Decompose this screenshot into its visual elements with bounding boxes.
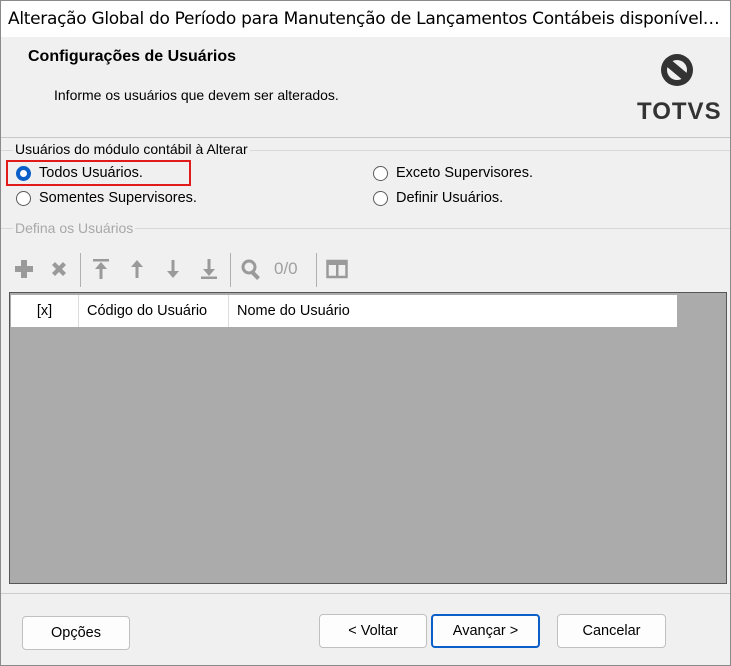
radio-label: Definir Usuários. <box>396 190 504 206</box>
toolbar-separator <box>230 253 231 287</box>
search-icon[interactable] <box>236 249 266 289</box>
radio-label: Exceto Supervisores. <box>396 165 534 181</box>
column-header-codigo[interactable]: Código do Usuário <box>79 295 229 327</box>
footer-divider <box>1 593 730 594</box>
totvs-logo: TOTVS <box>637 51 721 129</box>
move-up-icon[interactable] <box>122 249 152 289</box>
radio-unchecked-icon <box>16 190 31 206</box>
page-title: Configurações de Usuários <box>28 48 237 65</box>
logo-text: TOTVS <box>637 98 722 125</box>
move-bottom-icon[interactable] <box>194 249 224 289</box>
move-top-icon[interactable] <box>86 249 116 289</box>
column-header-nome[interactable]: Nome do Usuário <box>229 295 677 327</box>
move-down-icon[interactable] <box>158 249 188 289</box>
annotation-highlight-box <box>6 160 191 186</box>
grid-header: [x] Código do Usuário Nome do Usuário <box>11 295 677 327</box>
cancel-button[interactable]: Cancelar <box>557 614 666 648</box>
totvs-logo-icon <box>661 54 693 86</box>
toolbar-separator <box>316 253 317 287</box>
radio-definir-usuarios[interactable]: Definir Usuários. <box>373 190 503 206</box>
columns-icon[interactable] <box>322 249 352 289</box>
back-button[interactable]: < Voltar <box>319 614 427 648</box>
radio-label: Somentes Supervisores. <box>39 190 197 206</box>
define-group-label: Defina os Usuários <box>13 220 136 236</box>
radio-somentes-supervisores[interactable]: Somentes Supervisores. <box>16 190 197 206</box>
column-header-select[interactable]: [x] <box>11 295 79 327</box>
record-count: 0/0 <box>274 259 298 278</box>
page-subtitle: Informe os usuários que devem ser altera… <box>54 87 339 103</box>
wizard-window: Alteração Global do Período para Manuten… <box>0 0 731 666</box>
title-bar[interactable]: Alteração Global do Período para Manuten… <box>1 1 730 37</box>
user-group-label: Usuários do módulo contábil à Alterar <box>13 141 250 157</box>
users-grid[interactable]: [x] Código do Usuário Nome do Usuário <box>9 292 727 584</box>
next-button[interactable]: Avançar > <box>431 614 540 648</box>
grid-toolbar: 0/0 <box>9 249 721 289</box>
options-button[interactable]: Opções <box>22 616 130 650</box>
window-title: Alteração Global do Período para Manuten… <box>8 9 723 29</box>
radio-unchecked-icon <box>373 190 388 206</box>
add-icon[interactable] <box>9 249 39 289</box>
wizard-header: Configurações de Usuários Informe os usu… <box>1 37 730 138</box>
delete-icon[interactable] <box>44 249 74 289</box>
toolbar-separator <box>80 253 81 287</box>
radio-exceto-supervisores[interactable]: Exceto Supervisores. <box>373 165 533 181</box>
radio-unchecked-icon <box>373 165 388 181</box>
